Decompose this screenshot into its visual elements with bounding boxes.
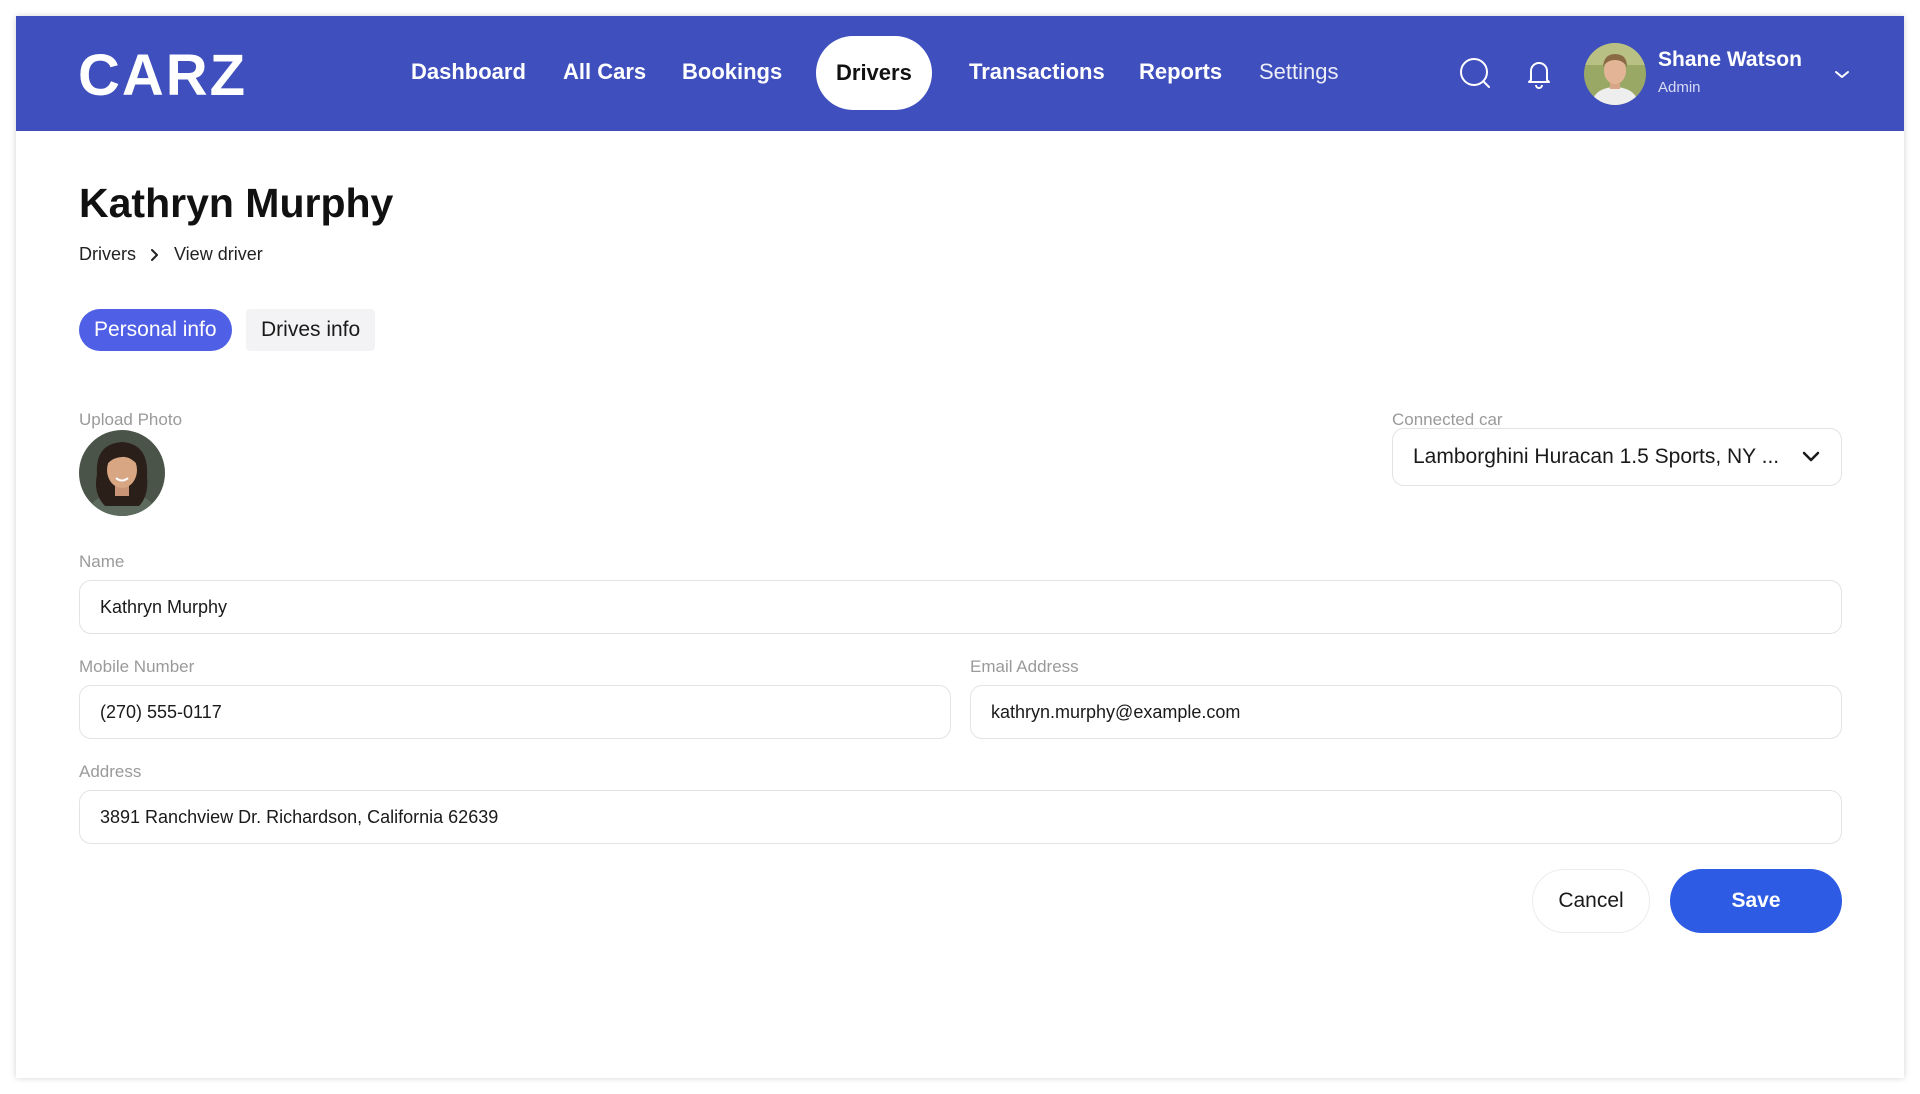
svg-text:CARZ: CARZ — [78, 46, 247, 102]
user-avatar[interactable] — [1584, 43, 1646, 105]
user-name[interactable]: Shane Watson — [1658, 48, 1802, 72]
tab-personal-info[interactable]: Personal info — [79, 309, 232, 351]
email-address-label: Email Address — [970, 657, 1079, 676]
email-address-input[interactable] — [970, 685, 1842, 739]
chevron-right-icon — [151, 248, 158, 261]
page-title: Kathryn Murphy — [79, 180, 394, 226]
mobile-number-input[interactable] — [79, 685, 951, 739]
nav-reports[interactable]: Reports — [1139, 54, 1222, 90]
connected-car-label: Connected car — [1392, 410, 1503, 429]
cancel-button[interactable]: Cancel — [1532, 869, 1650, 933]
chevron-down-icon — [1802, 451, 1820, 462]
user-role: Admin — [1658, 79, 1701, 96]
breadcrumb-drivers-link[interactable]: Drivers — [79, 244, 136, 265]
nav-bookings[interactable]: Bookings — [682, 54, 782, 90]
connected-car-select[interactable]: Lamborghini Huracan 1.5 Sports, NY ... — [1392, 428, 1842, 486]
name-input[interactable] — [79, 580, 1842, 634]
nav-transactions[interactable]: Transactions — [969, 54, 1105, 90]
breadcrumb-current: View driver — [174, 244, 263, 264]
top-navigation-bar: CARZ Dashboard All Cars Bookings Drivers… — [16, 16, 1904, 131]
mobile-number-label: Mobile Number — [79, 657, 195, 676]
bell-icon[interactable] — [1522, 56, 1556, 90]
nav-all-cars[interactable]: All Cars — [563, 54, 646, 90]
name-label: Name — [79, 552, 125, 571]
connected-car-value: Lamborghini Huracan 1.5 Sports, NY ... — [1413, 445, 1780, 468]
nav-dashboard[interactable]: Dashboard — [411, 54, 526, 90]
address-input[interactable] — [79, 790, 1842, 844]
tab-drives-info[interactable]: Drives info — [246, 309, 376, 351]
driver-photo[interactable] — [79, 430, 165, 516]
search-icon[interactable] — [1458, 56, 1492, 90]
breadcrumb: Drivers View driver — [79, 244, 263, 265]
chevron-down-icon[interactable] — [1832, 66, 1852, 82]
upload-photo-label: Upload Photo — [79, 410, 183, 429]
app-window: CARZ Dashboard All Cars Bookings Drivers… — [16, 16, 1904, 1078]
save-button[interactable]: Save — [1670, 869, 1842, 933]
nav-settings[interactable]: Settings — [1259, 54, 1339, 90]
address-label: Address — [79, 762, 142, 781]
carz-logo[interactable]: CARZ — [78, 46, 292, 102]
nav-drivers[interactable]: Drivers — [816, 36, 932, 110]
